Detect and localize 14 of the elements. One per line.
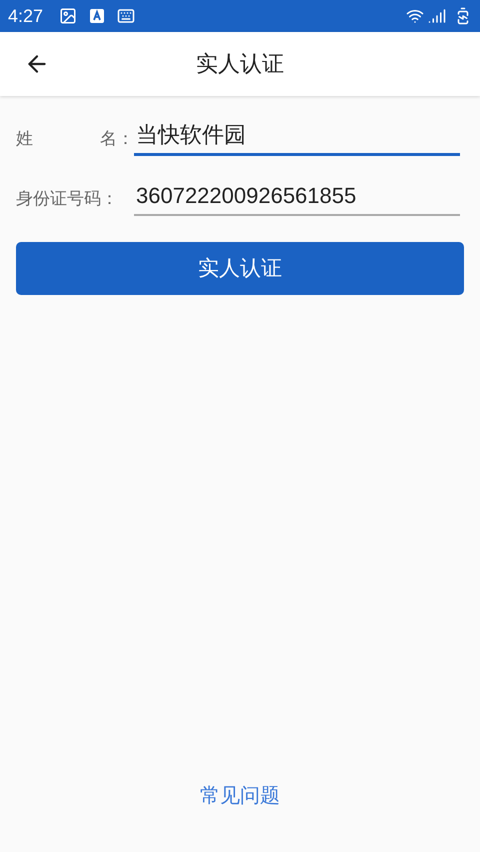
wifi-icon: [406, 7, 424, 25]
field-label: 姓: [16, 128, 33, 150]
input-field[interactable]: 当快软件园: [134, 118, 460, 156]
input-field[interactable]: 360722200926561855: [134, 179, 460, 216]
keyboard-icon: [117, 7, 136, 25]
field-label: 身份证号码：: [16, 188, 118, 210]
signal-icon: [428, 7, 446, 25]
font-icon: [89, 8, 106, 24]
status-time: 4:27: [8, 4, 44, 28]
image-icon: [59, 7, 78, 25]
submit-button[interactable]: 实人认证: [16, 242, 464, 295]
field-label: 名：: [100, 128, 134, 150]
page-title: 实人认证: [196, 50, 284, 78]
faq-link[interactable]: 常见问题: [200, 780, 280, 810]
